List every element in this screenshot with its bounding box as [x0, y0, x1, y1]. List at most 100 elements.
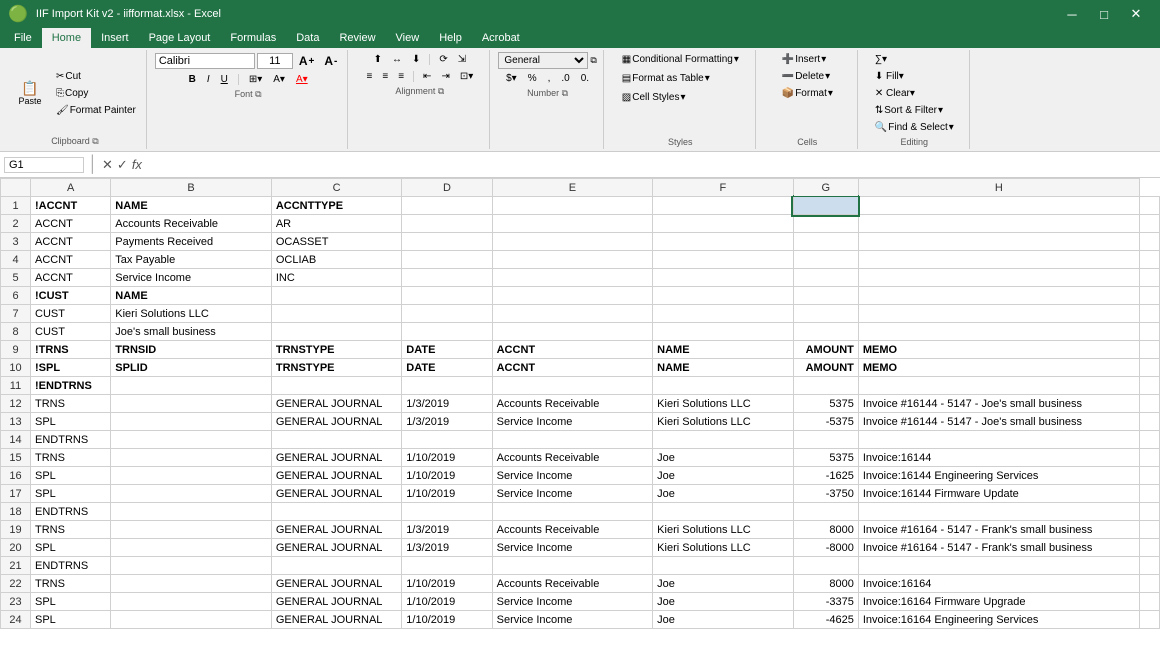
cell-H17[interactable]: Invoice:16144 Firmware Update — [858, 485, 1139, 503]
cell-C14[interactable] — [271, 431, 401, 449]
cell-H1[interactable] — [858, 197, 1139, 215]
cell-E19[interactable]: Accounts Receivable — [492, 521, 653, 539]
percent-button[interactable]: % — [524, 71, 541, 86]
row-header-18[interactable]: 18 — [1, 503, 31, 521]
cell-H6[interactable] — [858, 287, 1139, 305]
cell-A14[interactable]: ENDTRNS — [31, 431, 111, 449]
cell-B13[interactable] — [111, 413, 272, 431]
cell-D5[interactable] — [402, 269, 492, 287]
cell-undefined19[interactable] — [1139, 521, 1159, 539]
cell-D21[interactable] — [402, 557, 492, 575]
cell-C10[interactable]: TRNSTYPE — [271, 359, 401, 377]
cell-G23[interactable]: -3375 — [793, 593, 858, 611]
tab-view[interactable]: View — [386, 28, 430, 48]
cell-A11[interactable]: !ENDTRNS — [31, 377, 111, 395]
cell-A22[interactable]: TRNS — [31, 575, 111, 593]
cell-B19[interactable] — [111, 521, 272, 539]
row-header-15[interactable]: 15 — [1, 449, 31, 467]
cell-F23[interactable]: Joe — [653, 593, 793, 611]
cell-H22[interactable]: Invoice:16164 — [858, 575, 1139, 593]
cell-B3[interactable]: Payments Received — [111, 233, 272, 251]
row-header-13[interactable]: 13 — [1, 413, 31, 431]
cell-G16[interactable]: -1625 — [793, 467, 858, 485]
cell-H10[interactable]: MEMO — [858, 359, 1139, 377]
cell-F15[interactable]: Joe — [653, 449, 793, 467]
cell-F14[interactable] — [653, 431, 793, 449]
cell-A21[interactable]: ENDTRNS — [31, 557, 111, 575]
cell-H14[interactable] — [858, 431, 1139, 449]
cell-A6[interactable]: !CUST — [31, 287, 111, 305]
cell-G21[interactable] — [793, 557, 858, 575]
cell-H21[interactable] — [858, 557, 1139, 575]
cell-B11[interactable] — [111, 377, 272, 395]
cell-reference-box[interactable] — [4, 157, 84, 173]
cell-B16[interactable] — [111, 467, 272, 485]
cell-D18[interactable] — [402, 503, 492, 521]
cell-E12[interactable]: Accounts Receivable — [492, 395, 653, 413]
cell-E11[interactable] — [492, 377, 653, 395]
cell-undefined7[interactable] — [1139, 305, 1159, 323]
row-header-10[interactable]: 10 — [1, 359, 31, 377]
cell-D15[interactable]: 1/10/2019 — [402, 449, 492, 467]
col-header-g[interactable]: G — [793, 179, 858, 197]
cell-C8[interactable] — [271, 323, 401, 341]
cell-F7[interactable] — [653, 305, 793, 323]
cell-D10[interactable]: DATE — [402, 359, 492, 377]
format-as-table-button[interactable]: ▤ Format as Table ▾ — [618, 71, 714, 86]
font-size-input[interactable] — [257, 53, 293, 69]
tab-help[interactable]: Help — [429, 28, 472, 48]
close-button[interactable]: ✕ — [1120, 0, 1152, 28]
cell-B24[interactable] — [111, 611, 272, 629]
cell-A12[interactable]: TRNS — [31, 395, 111, 413]
cell-H5[interactable] — [858, 269, 1139, 287]
row-header-19[interactable]: 19 — [1, 521, 31, 539]
cell-D9[interactable]: DATE — [402, 341, 492, 359]
paste-button[interactable]: 📋 Paste — [10, 78, 50, 109]
tab-data[interactable]: Data — [286, 28, 329, 48]
cell-E22[interactable]: Accounts Receivable — [492, 575, 653, 593]
formula-input[interactable] — [146, 158, 1156, 172]
cell-E5[interactable] — [492, 269, 653, 287]
cell-A8[interactable]: CUST — [31, 323, 111, 341]
col-header-a[interactable]: A — [31, 179, 111, 197]
tab-formulas[interactable]: Formulas — [220, 28, 286, 48]
cell-H15[interactable]: Invoice:16144 — [858, 449, 1139, 467]
cell-G19[interactable]: 8000 — [793, 521, 858, 539]
merge-center-button[interactable]: ⊡▾ — [456, 69, 477, 84]
cell-F18[interactable] — [653, 503, 793, 521]
cell-E2[interactable] — [492, 215, 653, 233]
cell-D14[interactable] — [402, 431, 492, 449]
cell-E14[interactable] — [492, 431, 653, 449]
cell-B9[interactable]: TRNSID — [111, 341, 272, 359]
bold-button[interactable]: B — [185, 72, 200, 87]
cell-B14[interactable] — [111, 431, 272, 449]
cell-C18[interactable] — [271, 503, 401, 521]
underline-button[interactable]: U — [217, 72, 232, 87]
row-header-14[interactable]: 14 — [1, 431, 31, 449]
cell-G18[interactable] — [793, 503, 858, 521]
font-shrink-button[interactable]: A- — [320, 52, 341, 70]
cell-B18[interactable] — [111, 503, 272, 521]
cell-A4[interactable]: ACCNT — [31, 251, 111, 269]
cell-H23[interactable]: Invoice:16164 Firmware Upgrade — [858, 593, 1139, 611]
cell-C7[interactable] — [271, 305, 401, 323]
align-middle-button[interactable]: ↔ — [388, 52, 406, 67]
cell-F9[interactable]: NAME — [653, 341, 793, 359]
cell-undefined9[interactable] — [1139, 341, 1159, 359]
cell-styles-button[interactable]: ▨ Cell Styles ▾ — [618, 90, 690, 105]
cell-D23[interactable]: 1/10/2019 — [402, 593, 492, 611]
decrease-decimal-button[interactable]: 0. — [577, 71, 593, 86]
cell-undefined20[interactable] — [1139, 539, 1159, 557]
cell-E1[interactable] — [492, 197, 653, 215]
cell-F16[interactable]: Joe — [653, 467, 793, 485]
cell-H16[interactable]: Invoice:16144 Engineering Services — [858, 467, 1139, 485]
cell-F4[interactable] — [653, 251, 793, 269]
cell-C21[interactable] — [271, 557, 401, 575]
cell-undefined24[interactable] — [1139, 611, 1159, 629]
cell-B12[interactable] — [111, 395, 272, 413]
cell-C5[interactable]: INC — [271, 269, 401, 287]
number-format-select[interactable]: General Number Currency Percentage — [498, 52, 588, 69]
row-header-20[interactable]: 20 — [1, 539, 31, 557]
cell-F2[interactable] — [653, 215, 793, 233]
cell-C12[interactable]: GENERAL JOURNAL — [271, 395, 401, 413]
